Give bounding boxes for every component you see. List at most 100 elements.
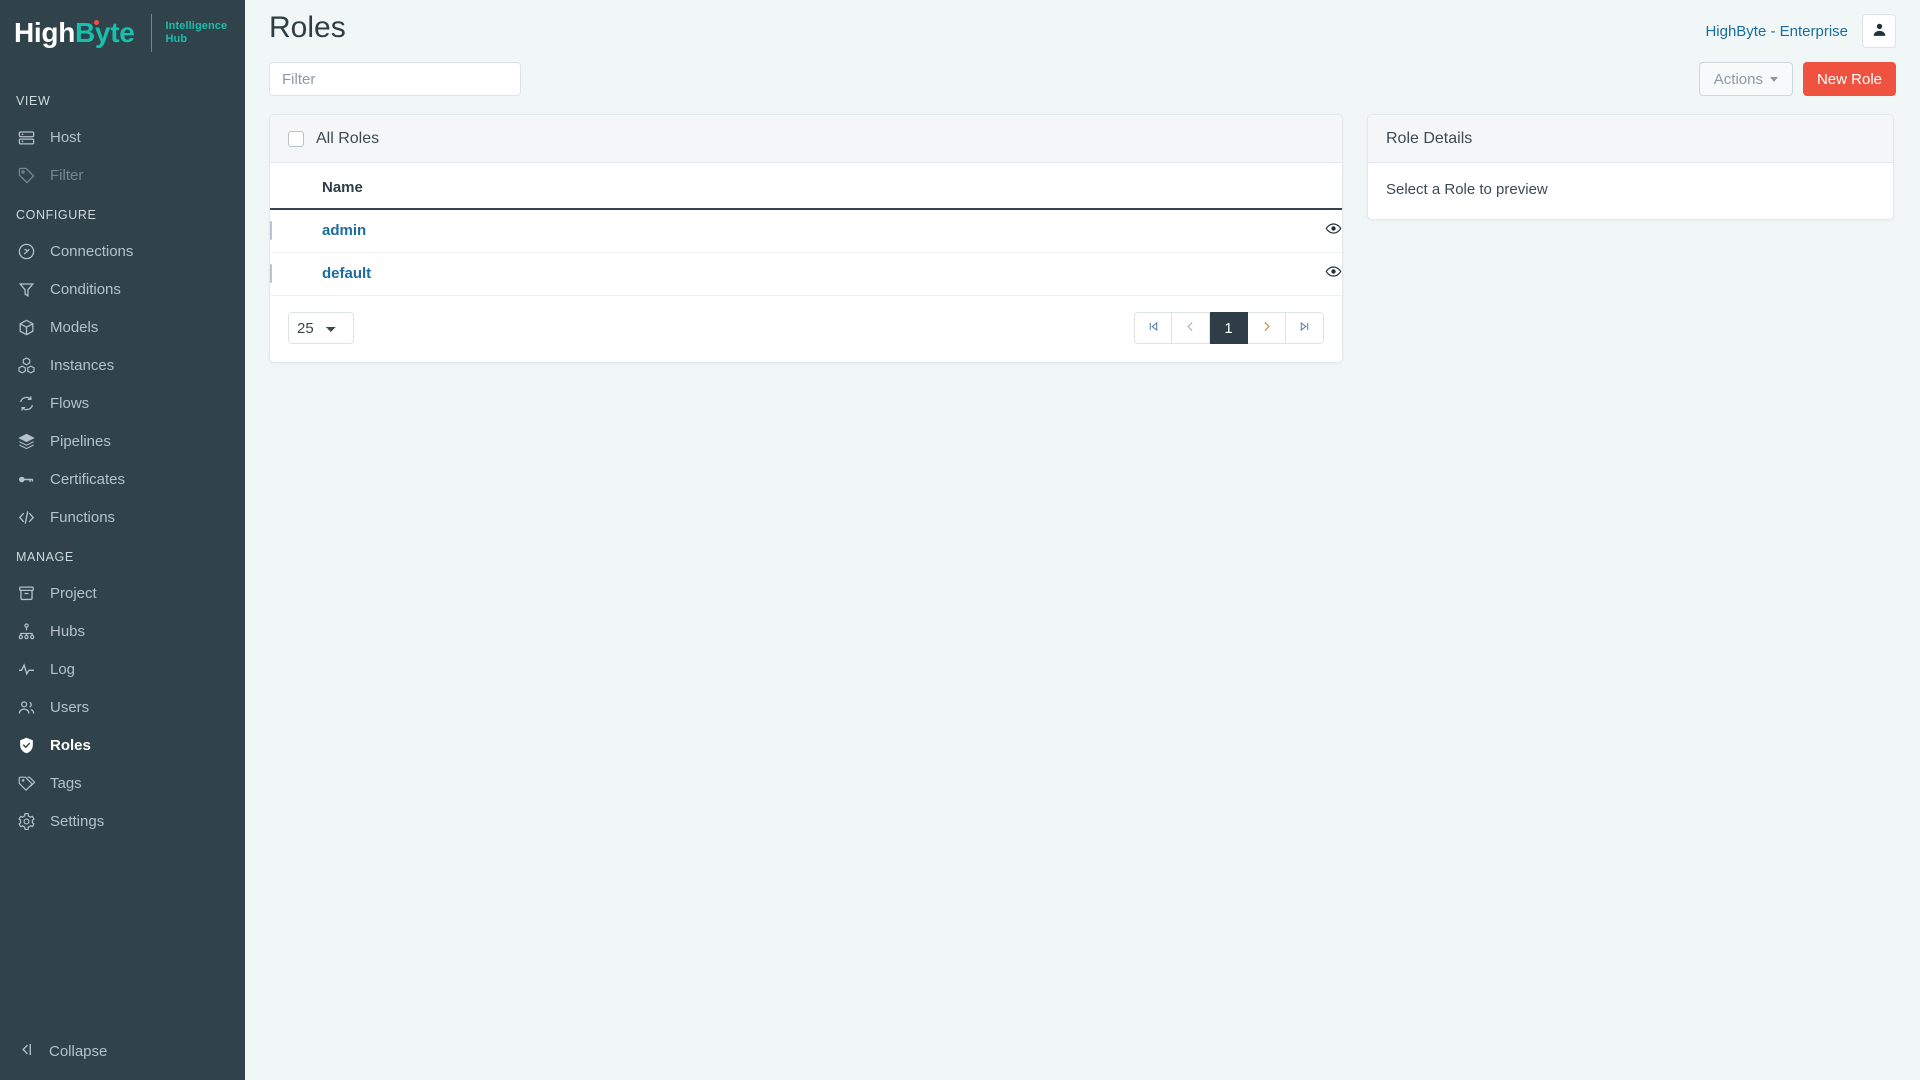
page-title: Roles (269, 11, 346, 44)
sidebar-group-manage-label: MANAGE (16, 550, 74, 564)
table-row[interactable]: admin (270, 209, 1342, 253)
first-page-icon (1147, 320, 1160, 336)
sidebar-item-label: Host (50, 128, 81, 146)
sidebar-item-label: Pipelines (50, 432, 111, 450)
pagination-page-1-button[interactable]: 1 (1210, 312, 1248, 344)
brand-name-first: High (14, 17, 76, 48)
users-icon (16, 697, 36, 717)
role-details-empty-text: Select a Role to preview (1386, 181, 1548, 198)
gear-icon (16, 811, 36, 831)
chevron-down-icon (1769, 76, 1778, 82)
role-link[interactable]: default (322, 265, 371, 282)
sidebar-item-label: Conditions (50, 280, 121, 298)
roles-table-head: Name (270, 163, 1342, 210)
pagination-prev-button[interactable] (1172, 312, 1210, 344)
row-name-cell: admin (322, 209, 1272, 253)
sidebar-item-hubs[interactable]: Hubs (0, 612, 245, 650)
sitemap-icon (16, 621, 36, 641)
role-details-title: Role Details (1386, 129, 1473, 147)
last-page-icon (1298, 320, 1311, 336)
sidebar-item-log[interactable]: Log (0, 650, 245, 688)
table-row[interactable]: default (270, 252, 1342, 296)
app-root: HighByte Intelligence Hub VIEW Host Filt… (0, 0, 1920, 1080)
refresh-icon (16, 393, 36, 413)
sidebar-item-label: Roles (50, 736, 91, 754)
sidebar-item-tags[interactable]: Tags (0, 764, 245, 802)
brand-tagline: Intelligence Hub (166, 20, 228, 46)
sidebar-item-flows[interactable]: Flows (0, 384, 245, 422)
shield-check-icon (16, 735, 36, 755)
sidebar-item-models[interactable]: Models (0, 308, 245, 346)
user-account-button[interactable] (1862, 14, 1896, 48)
roles-table-card: All Roles Name admin default 25 1 (269, 114, 1343, 363)
sidebar-item-label: Certificates (50, 470, 126, 488)
sidebar-item-label: Instances (50, 356, 115, 374)
sidebar-item-instances[interactable]: Instances (0, 346, 245, 384)
chevron-left-icon (1184, 320, 1197, 336)
sidebar-item-filter[interactable]: Filter (0, 156, 245, 194)
brand-wordmark: HighByte (14, 19, 135, 47)
tag-icon (16, 165, 36, 185)
brand-tagline-line2: Hub (165, 33, 188, 45)
sidebar-group-view-label: VIEW (16, 94, 51, 108)
sidebar-item-host[interactable]: Host (0, 118, 245, 156)
brand-divider (150, 14, 152, 52)
pagination-next-button[interactable] (1248, 312, 1286, 344)
toolbar: Actions New Role (245, 56, 1920, 96)
main-content: Roles HighByte - Enterprise Actions New … (245, 0, 1920, 1080)
tenant-label[interactable]: HighByte - Enterprise (1705, 23, 1848, 40)
role-link[interactable]: admin (322, 222, 366, 239)
pagination-first-button[interactable] (1134, 312, 1172, 344)
sidebar-item-label: Flows (50, 394, 90, 412)
code-icon (16, 507, 36, 527)
roles-table: Name admin default (270, 163, 1342, 296)
sidebar: HighByte Intelligence Hub VIEW Host Filt… (0, 0, 245, 1080)
sidebar-item-certificates[interactable]: Certificates (0, 460, 245, 498)
row-checkbox[interactable] (270, 264, 272, 283)
top-bar: Roles HighByte - Enterprise (245, 0, 1920, 56)
header-checkbox-cell (270, 163, 322, 210)
collapse-sidebar-button[interactable]: Collapse (0, 1028, 245, 1074)
chevron-right-icon (1260, 320, 1273, 336)
sidebar-item-conditions[interactable]: Conditions (0, 270, 245, 308)
user-icon (1871, 21, 1888, 41)
sidebar-item-pipelines[interactable]: Pipelines (0, 422, 245, 460)
activity-icon (16, 659, 36, 679)
new-role-button[interactable]: New Role (1802, 62, 1896, 96)
sidebar-nav: VIEW Host Filter CONFIGURE Connections C… (0, 66, 245, 1028)
filter-input[interactable] (269, 62, 521, 96)
sidebar-item-label: Log (50, 660, 76, 678)
funnel-icon (16, 279, 36, 299)
column-header-name[interactable]: Name (322, 163, 1272, 210)
sidebar-item-users[interactable]: Users (0, 688, 245, 726)
header-actions-cell (1272, 163, 1342, 210)
archive-icon (16, 583, 36, 603)
sidebar-item-label: Users (50, 698, 90, 716)
sidebar-item-connections[interactable]: Connections (0, 232, 245, 270)
select-all-checkbox[interactable] (288, 130, 304, 147)
sidebar-item-label: Connections (50, 242, 134, 260)
sidebar-group-configure-label: CONFIGURE (16, 208, 97, 222)
sidebar-item-project[interactable]: Project (0, 574, 245, 612)
role-details-card: Role Details Select a Role to preview (1367, 114, 1894, 220)
server-icon (16, 127, 36, 147)
row-name-cell: default (322, 252, 1272, 296)
tags-icon (16, 773, 36, 793)
eye-icon (1325, 266, 1342, 283)
brand-name-second: Byte (75, 17, 135, 48)
actions-dropdown-button[interactable]: Actions (1698, 62, 1793, 96)
preview-role-button[interactable] (1325, 263, 1342, 280)
layers-icon (16, 431, 36, 451)
content-area: All Roles Name admin default 25 1 Role D… (245, 96, 1920, 363)
row-checkbox[interactable] (270, 221, 272, 240)
sidebar-item-functions[interactable]: Functions (0, 498, 245, 536)
brand-logo[interactable]: HighByte Intelligence Hub (0, 0, 245, 66)
sidebar-item-settings[interactable]: Settings (0, 802, 245, 840)
sidebar-item-roles[interactable]: Roles (0, 726, 245, 764)
preview-role-button[interactable] (1325, 220, 1342, 237)
pagination-last-button[interactable] (1286, 312, 1324, 344)
sidebar-item-label: Hubs (50, 622, 86, 640)
sidebar-item-label: Tags (50, 774, 82, 792)
page-size-select[interactable]: 25 (288, 312, 354, 344)
roles-table-body: admin default (270, 209, 1342, 296)
